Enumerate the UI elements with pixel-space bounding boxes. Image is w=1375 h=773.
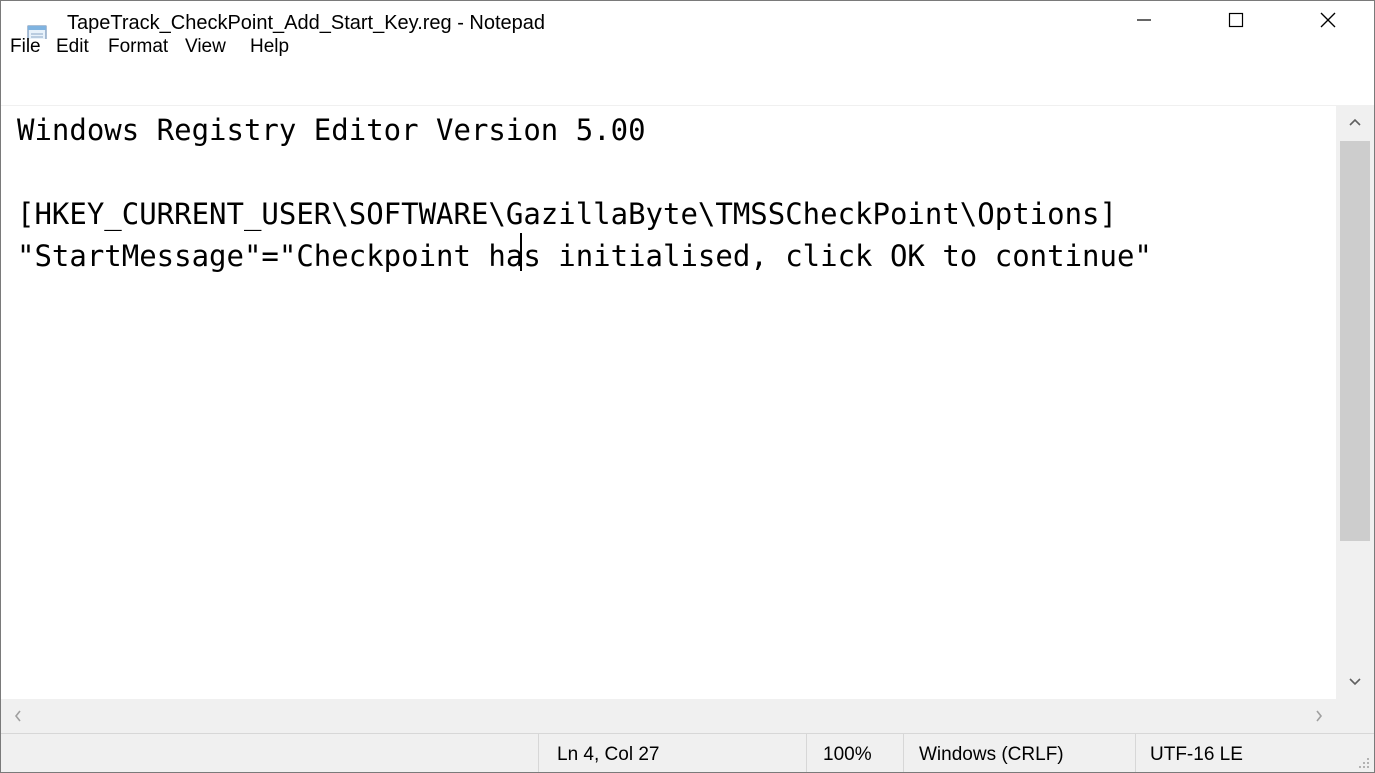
minimize-button[interactable] bbox=[1098, 1, 1190, 39]
menu-help[interactable]: Help bbox=[250, 36, 289, 58]
vertical-scrollbar[interactable] bbox=[1336, 105, 1374, 699]
scroll-up-button[interactable] bbox=[1336, 105, 1374, 139]
window-title: TapeTrack_CheckPoint_Add_Start_Key.reg -… bbox=[67, 12, 546, 34]
menu-view[interactable]: View bbox=[185, 36, 226, 58]
status-cell-zoom: 100% bbox=[806, 734, 904, 772]
text-editor[interactable]: Windows Registry Editor Version 5.00 [HK… bbox=[1, 105, 1336, 700]
vertical-scroll-thumb[interactable] bbox=[1340, 141, 1370, 541]
menu-format[interactable]: Format bbox=[108, 36, 168, 58]
cursor-position: Ln 4, Col 27 bbox=[557, 744, 660, 765]
horizontal-scrollbar[interactable] bbox=[1, 699, 1336, 733]
chevron-down-icon bbox=[1349, 678, 1361, 686]
minimize-icon bbox=[1137, 19, 1151, 21]
maximize-button[interactable] bbox=[1190, 1, 1282, 39]
scroll-left-button[interactable] bbox=[1, 699, 35, 733]
line-ending: Windows (CRLF) bbox=[919, 744, 1064, 765]
scroll-down-button[interactable] bbox=[1336, 665, 1374, 699]
menu-file[interactable]: File bbox=[10, 36, 41, 58]
status-cell-line-ending: Windows (CRLF) bbox=[903, 734, 1136, 772]
close-icon bbox=[1320, 12, 1336, 28]
zoom-level: 100% bbox=[823, 744, 872, 765]
encoding: UTF-16 LE bbox=[1150, 744, 1243, 765]
editor-line-3: [HKEY_CURRENT_USER\SOFTWARE\GazillaByte\… bbox=[17, 197, 1117, 231]
text-caret bbox=[520, 233, 522, 271]
chevron-right-icon bbox=[1316, 710, 1323, 722]
maximize-icon bbox=[1228, 12, 1244, 28]
status-bar: Ln 4, Col 27 100% Windows (CRLF) UTF-16 … bbox=[1, 733, 1374, 772]
editor-line-4: "StartMessage"="Checkpoint has initialis… bbox=[17, 239, 1152, 273]
menu-edit[interactable]: Edit bbox=[56, 36, 89, 58]
scrollbar-corner bbox=[1336, 699, 1374, 733]
scroll-right-button[interactable] bbox=[1302, 699, 1336, 733]
editor-line-1: Windows Registry Editor Version 5.00 bbox=[17, 113, 646, 147]
resize-grip-icon[interactable] bbox=[1358, 757, 1370, 769]
chevron-up-icon bbox=[1349, 118, 1361, 126]
status-cell-encoding: UTF-16 LE bbox=[1135, 734, 1374, 772]
chevron-left-icon bbox=[14, 710, 21, 722]
status-cell-position: Ln 4, Col 27 bbox=[538, 734, 807, 772]
close-button[interactable] bbox=[1282, 1, 1374, 39]
title-bar[interactable]: TapeTrack_CheckPoint_Add_Start_Key.reg -… bbox=[1, 1, 1374, 47]
notepad-window: TapeTrack_CheckPoint_Add_Start_Key.reg -… bbox=[0, 0, 1375, 773]
